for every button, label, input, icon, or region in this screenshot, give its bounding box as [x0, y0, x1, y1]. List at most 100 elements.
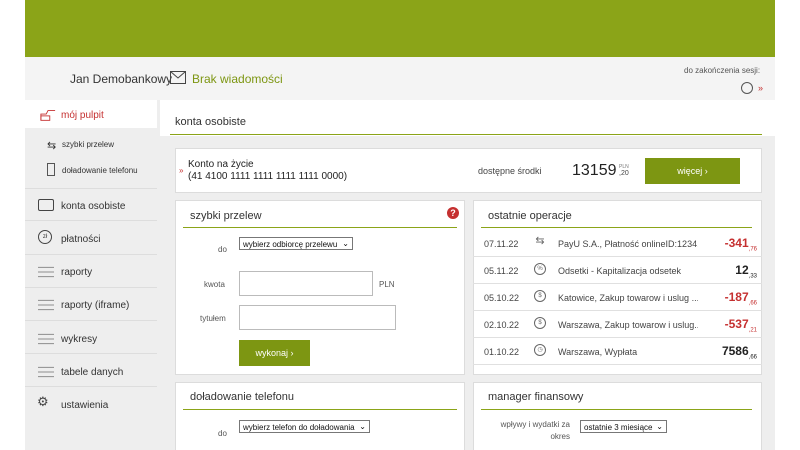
- to-label: do: [218, 245, 227, 254]
- recipient-select[interactable]: wybierz odbiorcę przelewu ⌄: [239, 237, 353, 250]
- amount-input[interactable]: [239, 271, 373, 296]
- operation-description: Odsetki - Kapitalizacja odsetek: [558, 266, 682, 276]
- list-icon: [38, 366, 54, 378]
- divider: [25, 353, 157, 354]
- messages-link[interactable]: Brak wiadomości: [192, 72, 283, 86]
- divider: [481, 409, 752, 410]
- session-timer-label: do zakończenia sesji:: [684, 66, 761, 75]
- amount-fraction: ,66: [748, 300, 757, 307]
- divider: [25, 287, 157, 288]
- operation-row[interactable]: 07.11.22 ⇆ PayU S.A., Płatność onlineID:…: [473, 230, 762, 257]
- amount-value: 7586: [721, 344, 749, 358]
- phone-to-label: do: [218, 429, 227, 438]
- wallet-icon: [38, 199, 54, 211]
- chevron-down-icon[interactable]: »: [179, 166, 183, 175]
- quick-transfer-title: szybki przelew: [190, 210, 262, 222]
- list-icon: [38, 299, 54, 311]
- help-icon[interactable]: ?: [447, 207, 459, 219]
- available-funds-label: dostępne środki: [478, 166, 542, 176]
- accounts-title: konta osobiste: [175, 116, 246, 128]
- operation-row[interactable]: 02.10.22 $ Warszawa, Zakup towarow i usl…: [473, 311, 762, 338]
- chevron-right-icon[interactable]: »: [758, 83, 763, 93]
- recipient-select-value: wybierz odbiorcę przelewu: [243, 240, 338, 249]
- divider: [170, 134, 762, 135]
- more-button[interactable]: więcej ›: [645, 158, 740, 184]
- period-select[interactable]: ostatnie 3 miesiące ⌄: [580, 420, 667, 433]
- chevron-down-icon: ⌄: [359, 422, 366, 431]
- sidebar-item-label: szybki przelew: [62, 140, 115, 149]
- divider: [25, 320, 157, 321]
- phone-select-value: wybierz telefon do doładowania: [243, 423, 355, 432]
- operation-amount: -187,66: [725, 290, 757, 306]
- recent-operations-title: ostatnie operacje: [488, 210, 572, 222]
- amount-value: -537: [724, 317, 749, 331]
- bag-icon: $: [534, 317, 546, 329]
- divider: [25, 188, 157, 189]
- amount-fraction: ,76: [748, 246, 757, 253]
- sidebar-item-label: ustawienia: [61, 400, 109, 411]
- sidebar-item-label: konta osobiste: [61, 201, 126, 212]
- sidebar-item-label: raporty: [61, 267, 93, 278]
- balance-amount: 13159: [572, 162, 617, 179]
- operation-date: 07.11.22: [484, 239, 519, 249]
- phone-icon: [47, 163, 55, 176]
- operation-date: 01.10.22: [484, 347, 520, 357]
- operation-row[interactable]: 01.10.22 ◷ Warszawa, Wypłata 7586,66: [473, 338, 762, 365]
- period-select-value: ostatnie 3 miesiące: [584, 423, 653, 432]
- gears-icon: ⚙: [37, 394, 49, 409]
- sidebar-item-label: raporty (iframe): [61, 300, 130, 311]
- chevron-down-icon: ⌄: [656, 422, 663, 431]
- divider: [25, 386, 157, 387]
- operation-amount: 12,33: [735, 263, 757, 279]
- sidebar-item-label: mój pulpit: [61, 110, 104, 121]
- list-icon: [38, 333, 54, 345]
- desk-icon: [40, 110, 56, 121]
- transfer-icon: ⇆: [47, 140, 57, 152]
- operation-row[interactable]: 05.11.22 % Odsetki - Kapitalizacja odset…: [473, 257, 762, 284]
- operation-description: Warszawa, Zakup towarow i uslug...: [558, 320, 698, 330]
- amount-value: -341: [724, 236, 749, 250]
- top-banner: [25, 0, 775, 57]
- sidebar-item-label: płatności: [61, 234, 101, 245]
- bag-icon: $: [534, 290, 546, 302]
- operation-description: Warszawa, Wypłata: [558, 347, 638, 357]
- amount-label: kwota: [204, 280, 225, 289]
- divider: [183, 409, 457, 410]
- operation-date: 02.10.22: [484, 320, 520, 330]
- title-label: tytułem: [200, 314, 226, 323]
- period-label-line1: wpływy i wydatki za: [500, 420, 570, 429]
- submit-transfer-button[interactable]: wykonaj ›: [239, 340, 310, 366]
- operation-date: 05.10.22: [484, 293, 520, 303]
- operation-description: PayU S.A., Płatność onlineID:1234...: [558, 239, 698, 249]
- sidebar-item-label: doładowanie telefonu: [62, 166, 138, 175]
- phone-select[interactable]: wybierz telefon do doładowania ⌄: [239, 420, 370, 433]
- transfer-icon: ⇆: [535, 235, 545, 247]
- account-number: (41 4100 1111 1111 1111 1111 0000): [188, 171, 348, 182]
- payments-icon: zł: [38, 230, 52, 244]
- user-name: Jan Demobankowy: [70, 72, 173, 86]
- operation-amount: -341,76: [725, 236, 757, 252]
- amount-value: -187: [724, 290, 749, 304]
- sidebar-item-label: tabele danych: [61, 367, 124, 378]
- operation-date: 05.11.22: [484, 266, 519, 276]
- chevron-down-icon: ⌄: [342, 239, 349, 248]
- list-icon: [38, 266, 54, 278]
- sidebar-item-label: wykresy: [61, 334, 98, 345]
- amount-fraction: ,33: [748, 273, 757, 280]
- finance-manager-title: manager finansowy: [488, 391, 584, 403]
- operation-amount: 7586,66: [722, 344, 757, 360]
- divider: [25, 254, 157, 255]
- divider: [183, 227, 457, 228]
- envelope-icon[interactable]: [170, 71, 186, 89]
- accounts-header: [160, 100, 775, 136]
- transfer-title-input[interactable]: [239, 305, 396, 330]
- clock-icon: [741, 82, 753, 94]
- amount-value: 12: [735, 263, 749, 277]
- amount-currency: PLN: [379, 280, 395, 289]
- clock-icon: ◷: [534, 344, 546, 356]
- phone-topup-title: doładowanie telefonu: [190, 391, 294, 403]
- amount-fraction: ,21: [748, 327, 757, 334]
- operation-description: Katowice, Zakup towarow i uslug ...: [558, 293, 698, 303]
- account-name: Konto na życie: [188, 159, 254, 170]
- operation-row[interactable]: 05.10.22 $ Katowice, Zakup towarow i usl…: [473, 284, 762, 311]
